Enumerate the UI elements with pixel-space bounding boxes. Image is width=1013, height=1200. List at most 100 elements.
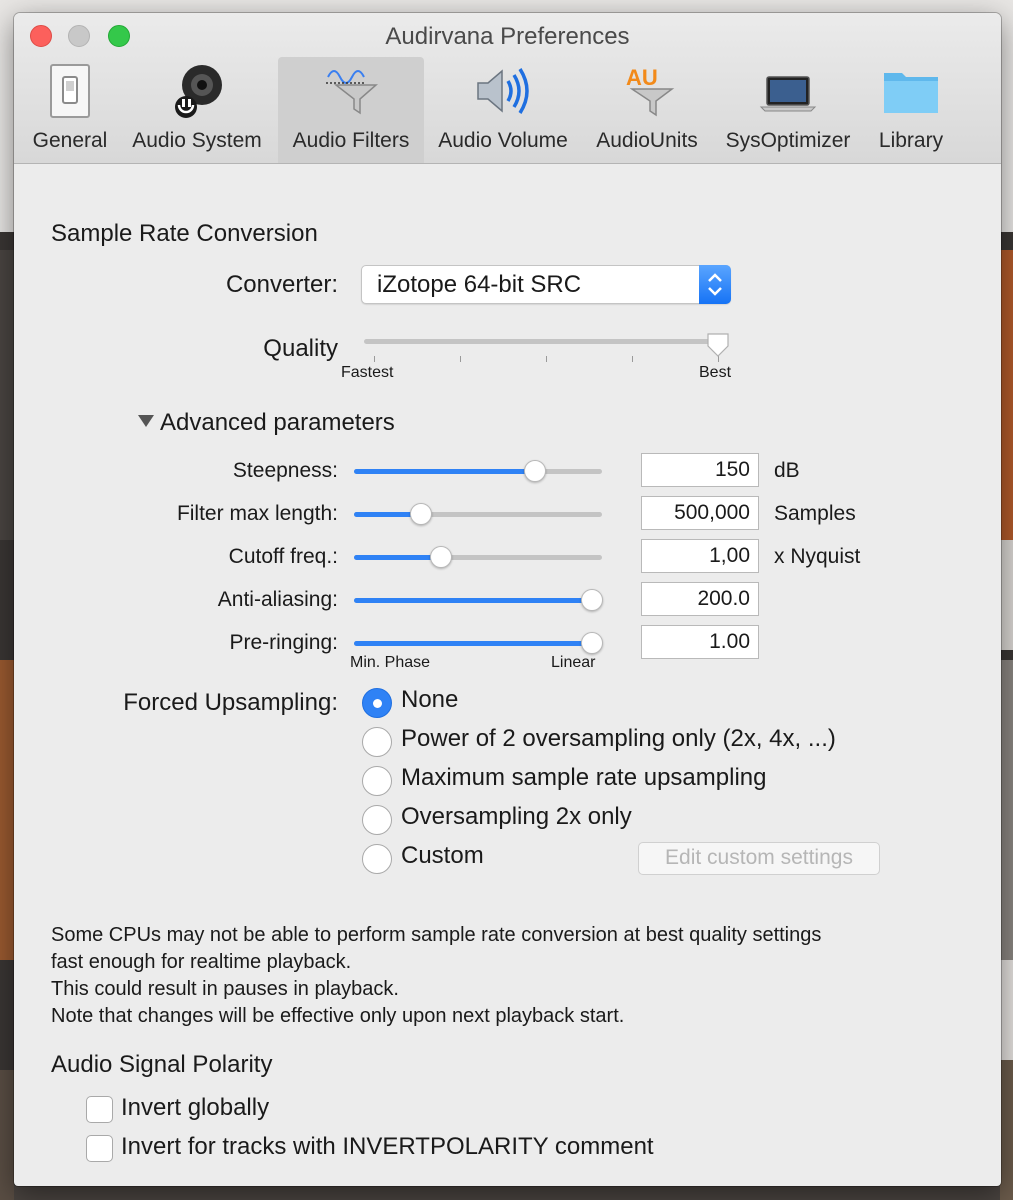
window-title: Audirvana Preferences — [385, 23, 630, 50]
background-album-art — [0, 660, 14, 960]
background-album-art — [1000, 960, 1013, 1060]
note-line: fast enough for realtime playback. — [51, 951, 352, 973]
invert-tracks-checkbox[interactable] — [86, 1135, 113, 1162]
titlebar: Audirvana Preferences General Audio Syst… — [14, 13, 1001, 164]
pre-ringing-label: Pre-ringing: — [229, 631, 338, 654]
steepness-unit: dB — [774, 459, 800, 482]
radio-button[interactable] — [362, 688, 392, 718]
background-album-art — [1000, 250, 1013, 540]
radio-button[interactable] — [362, 727, 392, 757]
toolbar-audiounits[interactable]: AU AudioUnits — [584, 57, 710, 163]
section-title-polarity: Audio Signal Polarity — [51, 1051, 273, 1078]
filter-max-length-field[interactable]: 500,000 — [641, 496, 759, 530]
radio-label: Oversampling 2x only — [401, 803, 632, 830]
radio-label: Custom — [401, 842, 484, 869]
filter-max-length-slider-thumb[interactable] — [410, 503, 432, 525]
updown-chevron-icon — [699, 265, 731, 304]
preferences-window: Audirvana Preferences General Audio Syst… — [14, 13, 1001, 1186]
audiounits-funnel-icon: AU — [626, 65, 675, 117]
steepness-slider-fill — [354, 469, 535, 474]
pre-ringing-field[interactable]: 1.00 — [641, 625, 759, 659]
steepness-slider-thumb[interactable] — [524, 460, 546, 482]
radio-button[interactable] — [362, 805, 392, 835]
radio-button[interactable] — [362, 766, 392, 796]
steepness-field[interactable]: 150 — [641, 453, 759, 487]
folder-icon — [884, 73, 938, 113]
quality-tick — [374, 356, 375, 362]
anti-aliasing-field[interactable]: 200.0 — [641, 582, 759, 616]
background-album-art — [1000, 660, 1013, 960]
anti-aliasing-label: Anti-aliasing: — [217, 588, 338, 611]
pre-ringing-slider-fill — [354, 641, 594, 646]
disclosure-triangle-icon[interactable] — [138, 415, 154, 427]
pre-ringing-min-label: Min. Phase — [350, 654, 431, 671]
light-switch-icon — [50, 64, 90, 118]
toolbar-label: Audio Volume — [438, 129, 568, 152]
toolbar-audio-volume[interactable]: Audio Volume — [430, 57, 576, 163]
steepness-slider[interactable] — [354, 460, 602, 482]
converter-value: iZotope 64-bit SRC — [377, 271, 582, 298]
quality-tick — [546, 356, 547, 362]
volume-speaker-icon — [477, 68, 529, 114]
toolbar-audio-filters[interactable]: Audio Filters — [278, 57, 424, 163]
toolbar-library[interactable]: Library — [864, 57, 958, 163]
forced-upsampling-label: Forced Upsampling: — [123, 689, 338, 716]
radio-button[interactable] — [362, 844, 392, 874]
background-album-row — [14, 1185, 1000, 1200]
speaker-icon — [175, 65, 222, 118]
background-album-art — [0, 1070, 14, 1200]
note-line: Some CPUs may not be able to perform sam… — [51, 924, 822, 946]
background-album-art — [1000, 1060, 1013, 1200]
pre-ringing-max-label: Linear — [551, 654, 596, 671]
quality-tick — [460, 356, 461, 362]
converter-label: Converter: — [225, 271, 338, 298]
cutoff-freq-label: Cutoff freq.: — [228, 545, 338, 568]
radio-label: None — [401, 686, 459, 713]
quality-slider-track[interactable] — [364, 339, 718, 344]
toolbar-label: Audio System — [132, 129, 262, 152]
cutoff-freq-slider[interactable] — [354, 546, 602, 568]
toolbar-label: General — [32, 129, 108, 152]
invert-tracks-label: Invert for tracks with INVERTPOLARITY co… — [121, 1133, 654, 1160]
quality-min-label: Fastest — [341, 364, 394, 381]
note-line: This could result in pauses in playback. — [51, 978, 399, 1000]
anti-aliasing-slider[interactable] — [354, 589, 603, 611]
toolbar-label: AudioUnits — [596, 129, 698, 152]
toolbar-sysoptimizer[interactable]: SysOptimizer — [718, 57, 858, 163]
svg-text:AU: AU — [626, 65, 658, 90]
toolbar-general[interactable]: General — [22, 57, 118, 163]
quality-max-label: Best — [699, 364, 732, 381]
section-title-src: Sample Rate Conversion — [51, 220, 318, 247]
pre-ringing-slider[interactable] — [354, 632, 603, 654]
cutoff-freq-slider-fill — [354, 555, 441, 560]
background-album-art — [1000, 540, 1013, 650]
filter-max-length-slider[interactable] — [354, 503, 602, 525]
anti-aliasing-slider-thumb[interactable] — [581, 589, 603, 611]
pre-ringing-slider-thumb[interactable] — [581, 632, 603, 654]
cutoff-freq-slider-thumb[interactable] — [430, 546, 452, 568]
steepness-label: Steepness: — [232, 459, 338, 482]
background-album-art — [0, 250, 14, 540]
invert-globally-checkbox[interactable] — [86, 1096, 113, 1123]
note-line: Note that changes will be effective only… — [51, 1005, 625, 1027]
advanced-parameters-title[interactable]: Advanced parameters — [160, 409, 395, 437]
cpu-warning-note: Some CPUs may not be able to perform sam… — [51, 922, 981, 1030]
audio-filters-pane: Sample Rate Conversion Converter: iZotop… — [14, 165, 1001, 1186]
quality-label: Quality — [263, 335, 338, 362]
invert-globally-label: Invert globally — [121, 1094, 270, 1121]
cutoff-freq-field[interactable]: 1,00 — [641, 539, 759, 573]
edit-custom-settings-button[interactable]: Edit custom settings — [638, 842, 880, 875]
quality-tick — [632, 356, 633, 362]
toolbar-label: SysOptimizer — [725, 129, 851, 152]
filter-max-length-label: Filter max length: — [176, 502, 338, 525]
toolbar-audio-system[interactable]: Audio System — [124, 57, 270, 163]
audio-filter-funnel-icon — [326, 70, 378, 115]
toolbar-label: Audio Filters — [292, 129, 410, 152]
toolbar-label: Library — [878, 129, 944, 152]
quality-slider-thumb[interactable] — [706, 332, 730, 358]
laptop-icon — [759, 76, 817, 112]
converter-popup[interactable]: iZotope 64-bit SRC — [361, 265, 731, 304]
filter-max-length-unit: Samples — [774, 502, 856, 525]
radio-label: Maximum sample rate upsampling — [401, 764, 767, 791]
anti-aliasing-slider-fill — [354, 598, 594, 603]
